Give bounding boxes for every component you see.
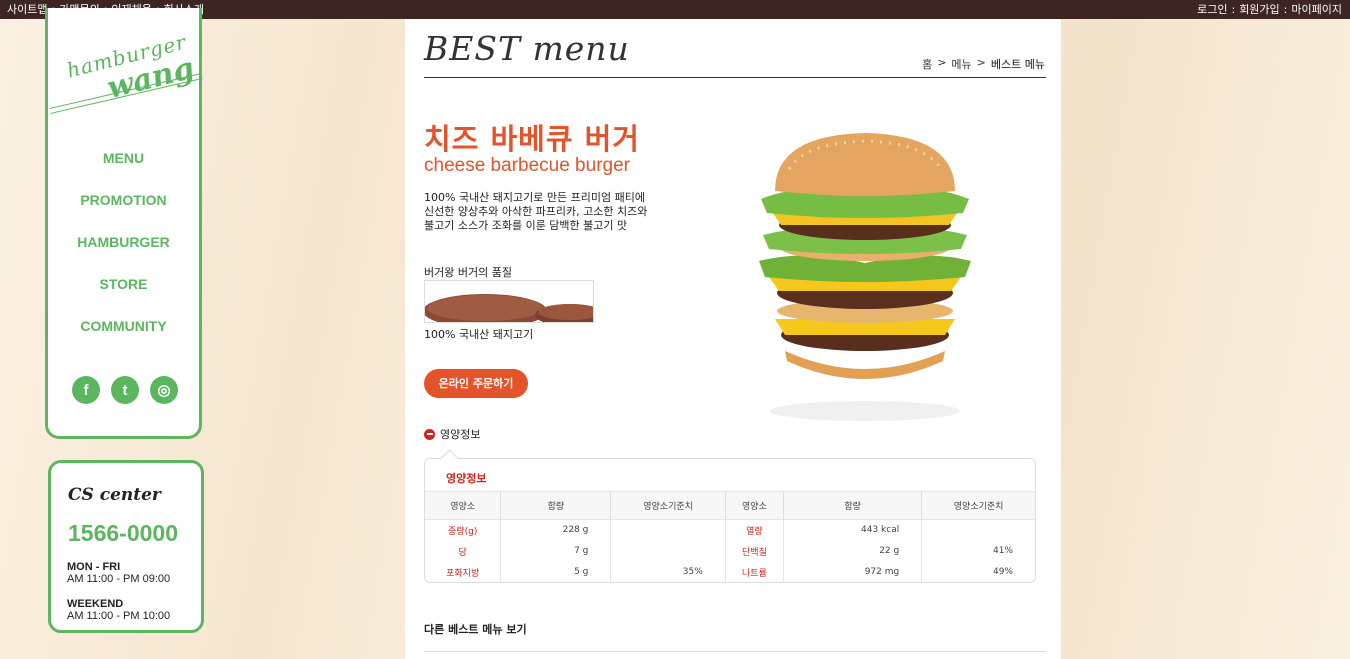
sitemap-link[interactable]: 사이트맵 bbox=[7, 0, 47, 19]
main-content: BEST menu 홈 > 메뉴 > 베스트 메뉴 치즈 바베큐 버거 chee… bbox=[405, 19, 1061, 659]
breadcrumb-sep: > bbox=[976, 56, 986, 69]
social-links: f t ◎ bbox=[72, 376, 178, 404]
table-cell: 972 mg bbox=[783, 561, 923, 583]
column-header: 함량 bbox=[500, 491, 612, 520]
table-row: 중량(g) 228 g 열량 443 kcal bbox=[425, 519, 1035, 541]
cs-title: CS center bbox=[68, 485, 161, 505]
nav-item-promotion[interactable]: PROMOTION bbox=[48, 192, 199, 234]
title-divider bbox=[424, 77, 1046, 78]
nutrition-panel: 영양정보 영양소 함량 영양소기준치 영양소 함량 영양소기준치 중량(g) 2… bbox=[424, 458, 1036, 583]
desc-line: 신선한 양상추와 아삭한 파프리카, 고소한 치즈와 bbox=[424, 205, 648, 218]
cs-phone: 1566-0000 bbox=[68, 520, 178, 546]
breadcrumb-menu[interactable]: 메뉴 bbox=[951, 56, 971, 72]
cs-weekday-label: MON - FRI bbox=[67, 561, 121, 573]
desc-line: 불고기 소스가 조화를 이룬 담백한 불고기 맛 bbox=[424, 219, 628, 232]
column-header: 영양소 bbox=[425, 491, 502, 520]
table-cell: 49% bbox=[992, 567, 1013, 577]
column-header: 영양소기준치 bbox=[921, 491, 1035, 520]
table-cell: 7 g bbox=[500, 540, 612, 562]
breadcrumb-sep: > bbox=[937, 56, 947, 69]
table-row: 포화지방 5 g 35% 나트륨 972 mg 49% bbox=[425, 561, 1035, 583]
minus-circle-icon bbox=[424, 428, 435, 440]
burger-image bbox=[745, 129, 985, 424]
table-cell: 35% bbox=[610, 561, 726, 583]
table-cell: 단백질 bbox=[725, 540, 785, 562]
main-nav: MENU PROMOTION HAMBURGER STORE COMMUNITY bbox=[48, 150, 199, 360]
product-description: 100% 국내산 돼지고기로 만든 프리미엄 패티에 신선한 양상추와 아삭한 … bbox=[424, 191, 674, 233]
table-cell: 포화지방 bbox=[425, 561, 502, 583]
patty-image bbox=[424, 280, 594, 323]
breadcrumb: 홈 > 메뉴 > 베스트 메뉴 bbox=[922, 56, 1045, 72]
breadcrumb-current: 베스트 메뉴 bbox=[990, 58, 1045, 71]
breadcrumb-home[interactable]: 홈 bbox=[922, 56, 932, 72]
top-bar: 사이트맵: 가맹문의: 인재채용: 회사소개 로그인: 회원가입: 마이페이지 bbox=[0, 0, 1350, 19]
cs-center-box: CS center 1566-0000 MON - FRI AM 11:00 -… bbox=[48, 460, 204, 633]
cs-weekday-hours: AM 11:00 - PM 09:00 bbox=[67, 573, 171, 585]
desc-line: 100% 국내산 돼지고기로 만든 프리미엄 패티에 bbox=[424, 191, 645, 204]
table-row: 당 7 g 단백질 22 g 41% bbox=[425, 540, 1035, 562]
other-best-menu-heading: 다른 베스트 메뉴 보기 bbox=[424, 623, 527, 636]
cs-weekend-hours: AM 11:00 - PM 10:00 bbox=[67, 610, 171, 622]
product-name-en: cheese barbecue burger bbox=[424, 155, 630, 176]
separator: : bbox=[1231, 3, 1236, 16]
column-header: 함량 bbox=[783, 491, 923, 520]
column-header: 영양소 bbox=[725, 491, 785, 520]
nutrition-toggle-label: 영양정보 bbox=[440, 428, 481, 441]
facebook-icon[interactable]: f bbox=[72, 376, 100, 404]
table-cell: 열량 bbox=[725, 519, 785, 541]
table-cell: 22 g bbox=[783, 540, 923, 562]
twitter-icon[interactable]: t bbox=[111, 376, 139, 404]
order-online-button[interactable]: 온라인 주문하기 bbox=[424, 369, 528, 398]
patty-label: 100% 국내산 돼지고기 bbox=[424, 328, 534, 341]
table-cell: 당 bbox=[425, 540, 502, 562]
page-title: BEST menu bbox=[424, 29, 630, 68]
table-cell bbox=[610, 519, 726, 541]
table-cell: 228 g bbox=[500, 519, 612, 541]
nav-item-community[interactable]: COMMUNITY bbox=[48, 318, 199, 360]
sidebar: hamburger wang MENU PROMOTION HAMBURGER … bbox=[45, 8, 203, 439]
nutrition-heading: 영양정보 bbox=[446, 472, 487, 485]
nav-item-store[interactable]: STORE bbox=[48, 276, 199, 318]
nav-item-hamburger[interactable]: HAMBURGER bbox=[48, 234, 199, 276]
login-link[interactable]: 로그인 bbox=[1197, 0, 1227, 19]
bottom-divider bbox=[424, 651, 1046, 652]
table-cell: 41% bbox=[992, 546, 1013, 556]
table-cell: 나트륨 bbox=[725, 561, 785, 583]
signup-link[interactable]: 회원가입 bbox=[1239, 0, 1279, 19]
separator: : bbox=[1283, 3, 1288, 16]
cs-weekend-label: WEEKEND bbox=[67, 598, 124, 610]
table-cell: 443 kcal bbox=[783, 519, 923, 541]
column-header: 영양소기준치 bbox=[610, 491, 726, 520]
table-cell: 중량(g) bbox=[425, 519, 502, 541]
instagram-icon[interactable]: ◎ bbox=[150, 376, 178, 404]
topbar-right-links: 로그인: 회원가입: 마이페이지 bbox=[1197, 0, 1342, 19]
product-name-ko: 치즈 바베큐 버거 bbox=[424, 122, 640, 156]
table-cell: 5 g bbox=[500, 561, 612, 583]
mypage-link[interactable]: 마이페이지 bbox=[1291, 0, 1342, 19]
table-cell bbox=[922, 520, 1035, 541]
table-cell bbox=[610, 540, 726, 562]
table-header-row: 영양소 함량 영양소기준치 영양소 함량 영양소기준치 bbox=[425, 491, 1035, 520]
quality-label: 버거왕 버거의 품질 bbox=[424, 266, 512, 279]
nutrition-table: 영양소 함량 영양소기준치 영양소 함량 영양소기준치 중량(g) 228 g … bbox=[425, 491, 1035, 583]
nutrition-toggle[interactable]: 영양정보 bbox=[424, 426, 480, 442]
nav-item-menu[interactable]: MENU bbox=[48, 150, 199, 192]
